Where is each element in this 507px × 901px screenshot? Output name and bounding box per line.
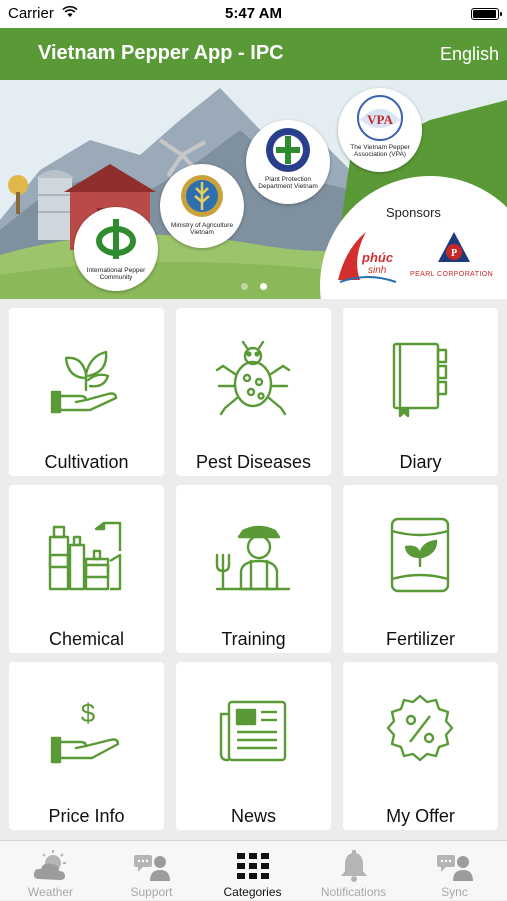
clock: 5:47 AM — [225, 5, 282, 22]
tab-label: Support — [130, 885, 173, 899]
logo-ministry: Ministry of Agriculture Vietnam — [160, 164, 244, 248]
ipc-logo-icon — [96, 219, 136, 259]
tab-categories[interactable]: Categories — [202, 841, 303, 901]
category-label: Pest Diseases — [195, 452, 312, 472]
ipc-caption: International Pepper Community — [86, 267, 146, 281]
sync-icon — [437, 855, 473, 881]
percent-badge-icon — [386, 694, 454, 762]
hand-plant-icon — [50, 350, 118, 414]
bell-icon — [341, 850, 367, 882]
category-training[interactable]: Training — [176, 485, 331, 653]
tab-label: Notifications — [320, 885, 387, 899]
fertilizer-bag-icon — [390, 517, 450, 593]
weather-icon — [33, 850, 66, 880]
pearl-corporation-name: PEARL CORPORATION — [410, 271, 494, 278]
category-diary[interactable]: Diary — [343, 308, 498, 476]
category-label: My Offer — [386, 806, 455, 826]
category-fertilizer[interactable]: Fertilizer — [343, 485, 498, 653]
newspaper-icon — [219, 700, 287, 762]
category-cultivation[interactable]: Cultivation — [9, 308, 164, 476]
battery-icon — [471, 8, 502, 20]
category-label: Diary — [399, 452, 442, 472]
category-chemical[interactable]: Chemical — [9, 485, 164, 653]
ministry-caption: Ministry of Agriculture Vietnam — [170, 222, 234, 236]
category-price-info[interactable]: $ Price Info — [9, 662, 164, 830]
vpa-caption: The Vietnam Pepper Association (VPA) — [350, 144, 410, 158]
svg-text:P: P — [451, 248, 457, 259]
sponsor-banner[interactable]: International Pepper Community Ministry … — [0, 80, 507, 299]
bug-icon — [215, 340, 291, 416]
phuc-sinh-logo: phúc sinh — [338, 232, 397, 283]
category-label: Cultivation — [44, 452, 129, 472]
category-label: Chemical — [48, 629, 125, 649]
category-pest-diseases[interactable]: Pest Diseases — [176, 308, 331, 476]
page-dot[interactable] — [260, 283, 267, 290]
tab-support[interactable]: Support — [101, 841, 202, 901]
language-button[interactable]: English — [440, 44, 499, 65]
tab-label: Weather — [27, 885, 74, 899]
category-grid: Cultivation Pest Diseases Diary Chemical… — [0, 299, 507, 839]
vpa-mark: VPA — [367, 112, 393, 127]
support-icon — [134, 855, 170, 881]
svg-text:sinh: sinh — [368, 265, 387, 276]
category-label: Fertilizer — [385, 629, 455, 649]
farmer-icon — [215, 525, 291, 591]
tab-bar: Weather Support Categories Notifications — [0, 840, 507, 900]
tab-notifications[interactable]: Notifications — [303, 841, 404, 901]
hand-dollar-icon: $ — [50, 698, 120, 764]
page-dot[interactable] — [241, 283, 248, 290]
tab-weather[interactable]: Weather — [0, 841, 101, 901]
pearl-corporation-logo: P — [438, 232, 470, 262]
status-bar: Carrier 5:47 AM — [0, 0, 507, 28]
category-my-offer[interactable]: My Offer — [343, 662, 498, 830]
grid-icon — [237, 853, 269, 879]
svg-text:phúc: phúc — [361, 250, 394, 265]
ministry-logo-icon — [181, 175, 223, 217]
logo-ipc: International Pepper Community — [74, 207, 158, 291]
app-header: Vietnam Pepper App - IPC English — [0, 28, 507, 80]
plant-protection-caption: Plant Protection Department Vietnam — [258, 176, 318, 190]
category-label: Training — [221, 629, 286, 649]
plant-protection-logo-icon — [266, 128, 310, 172]
svg-text:$: $ — [81, 698, 96, 728]
category-label: Price Info — [48, 806, 125, 826]
logo-vpa: VPA The Vietnam Pepper Association (VPA) — [338, 88, 422, 172]
tab-label: Categories — [223, 885, 282, 899]
tab-sync[interactable]: Sync — [404, 841, 505, 901]
notebook-icon — [392, 342, 448, 418]
battery-level — [473, 10, 496, 18]
sponsors-heading: Sponsors — [386, 205, 441, 220]
category-label: News — [230, 806, 276, 826]
vpa-logo-icon: VPA — [357, 95, 403, 141]
category-news[interactable]: News — [176, 662, 331, 830]
chemical-bottles-icon — [48, 521, 122, 591]
app-title: Vietnam Pepper App - IPC — [38, 42, 284, 64]
logo-plant-protection: Plant Protection Department Vietnam — [246, 120, 330, 204]
tab-label: Sync — [441, 885, 468, 899]
